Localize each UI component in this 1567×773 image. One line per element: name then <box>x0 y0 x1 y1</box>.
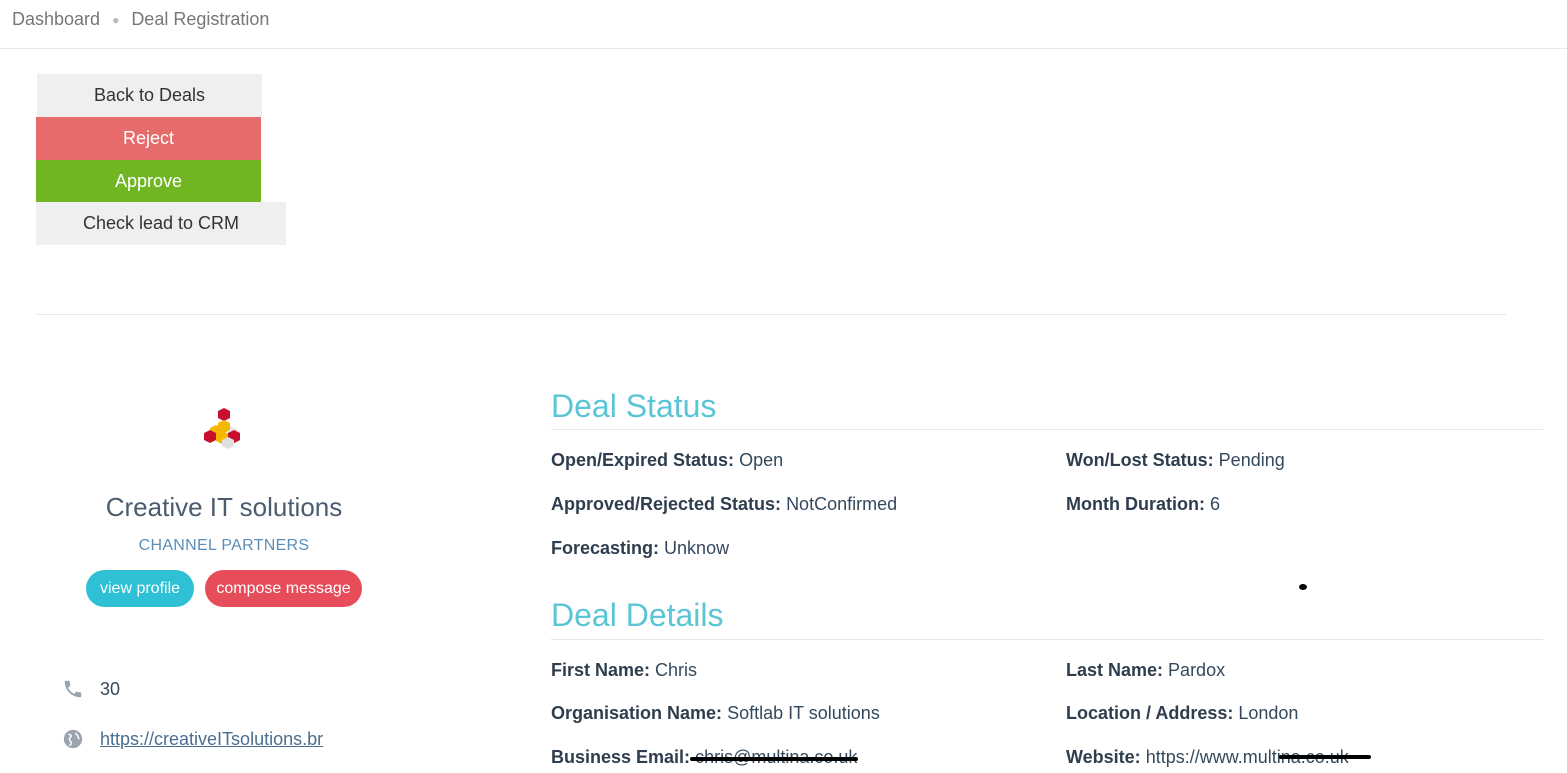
company-name: Creative IT solutions <box>105 492 343 522</box>
deal-status-title: Deal Status <box>551 388 717 424</box>
won-lost-status-field: Won/Lost Status: Pending <box>1066 450 1285 471</box>
reject-button[interactable]: Reject <box>36 117 261 160</box>
open-expired-status-value: Open <box>739 450 784 470</box>
location-address-label: Location / Address: <box>1066 703 1234 723</box>
first-name-field: First Name: Chris <box>551 660 697 681</box>
back-to-deals-button[interactable]: Back to Deals <box>37 74 262 117</box>
company-logo-icon <box>204 408 240 449</box>
forecasting-value: Unknow <box>664 538 730 558</box>
redaction-mark <box>1299 584 1307 590</box>
open-expired-status-field: Open/Expired Status: Open <box>551 450 783 471</box>
location-address-value: London <box>1238 703 1299 723</box>
organisation-name-value: Softlab IT solutions <box>727 703 880 723</box>
last-name-field: Last Name: Pardox <box>1066 660 1225 681</box>
compose-message-button[interactable]: compose message <box>205 570 362 607</box>
business-email-label: Business Email: <box>551 747 691 767</box>
forecasting-field: Forecasting: Unknow <box>551 538 729 559</box>
last-name-value: Pardox <box>1168 660 1226 680</box>
email-redaction-line <box>690 757 858 761</box>
month-duration-value: 6 <box>1209 494 1220 514</box>
breadcrumb-dashboard[interactable]: Dashboard <box>12 9 100 30</box>
breadcrumb-current: Deal Registration <box>131 9 270 29</box>
section-divider <box>37 314 1506 315</box>
website-redaction-line <box>1279 755 1371 759</box>
first-name-value: Chris <box>655 660 698 680</box>
breadcrumb-separator-icon: ● <box>112 12 120 27</box>
last-name-label: Last Name: <box>1066 660 1164 680</box>
open-expired-status-label: Open/Expired Status: <box>551 450 735 470</box>
won-lost-status-value: Pending <box>1218 450 1285 470</box>
website-row: https://creativeITsolutions.br <box>62 728 323 750</box>
deal-status-rule <box>551 429 1543 430</box>
month-duration-label: Month Duration: <box>1066 494 1205 514</box>
approve-button[interactable]: Approve <box>36 160 261 202</box>
forecasting-label: Forecasting: <box>551 538 660 558</box>
globe-icon <box>63 729 83 749</box>
view-profile-button[interactable]: view profile <box>86 570 194 607</box>
top-bar: Dashboard ● Deal Registration <box>0 0 1567 49</box>
phone-row: 30 <box>62 678 120 700</box>
won-lost-status-label: Won/Lost Status: <box>1066 450 1214 470</box>
first-name-label: First Name: <box>551 660 651 680</box>
company-type: CHANNEL PARTNERS <box>138 537 310 554</box>
approved-rejected-status-field: Approved/Rejected Status: NotConfirmed <box>551 494 897 515</box>
website-label: Website: <box>1066 747 1141 767</box>
phone-value: 30 <box>100 678 121 699</box>
approved-rejected-status-label: Approved/Rejected Status: <box>551 494 782 514</box>
breadcrumb: Dashboard ● Deal Registration <box>12 9 269 30</box>
organisation-name-field: Organisation Name: Softlab IT solutions <box>551 703 880 724</box>
check-lead-crm-button[interactable]: Check lead to CRM <box>36 202 286 245</box>
deal-details-rule <box>551 639 1543 640</box>
location-address-field: Location / Address: London <box>1066 703 1298 724</box>
organisation-name-label: Organisation Name: <box>551 703 723 723</box>
approved-rejected-status-value: NotConfirmed <box>786 494 898 514</box>
phone-icon <box>64 680 82 698</box>
deal-details-title: Deal Details <box>551 597 724 633</box>
website-link[interactable]: https://creativeITsolutions.br <box>100 729 323 750</box>
month-duration-field: Month Duration: 6 <box>1066 494 1220 515</box>
